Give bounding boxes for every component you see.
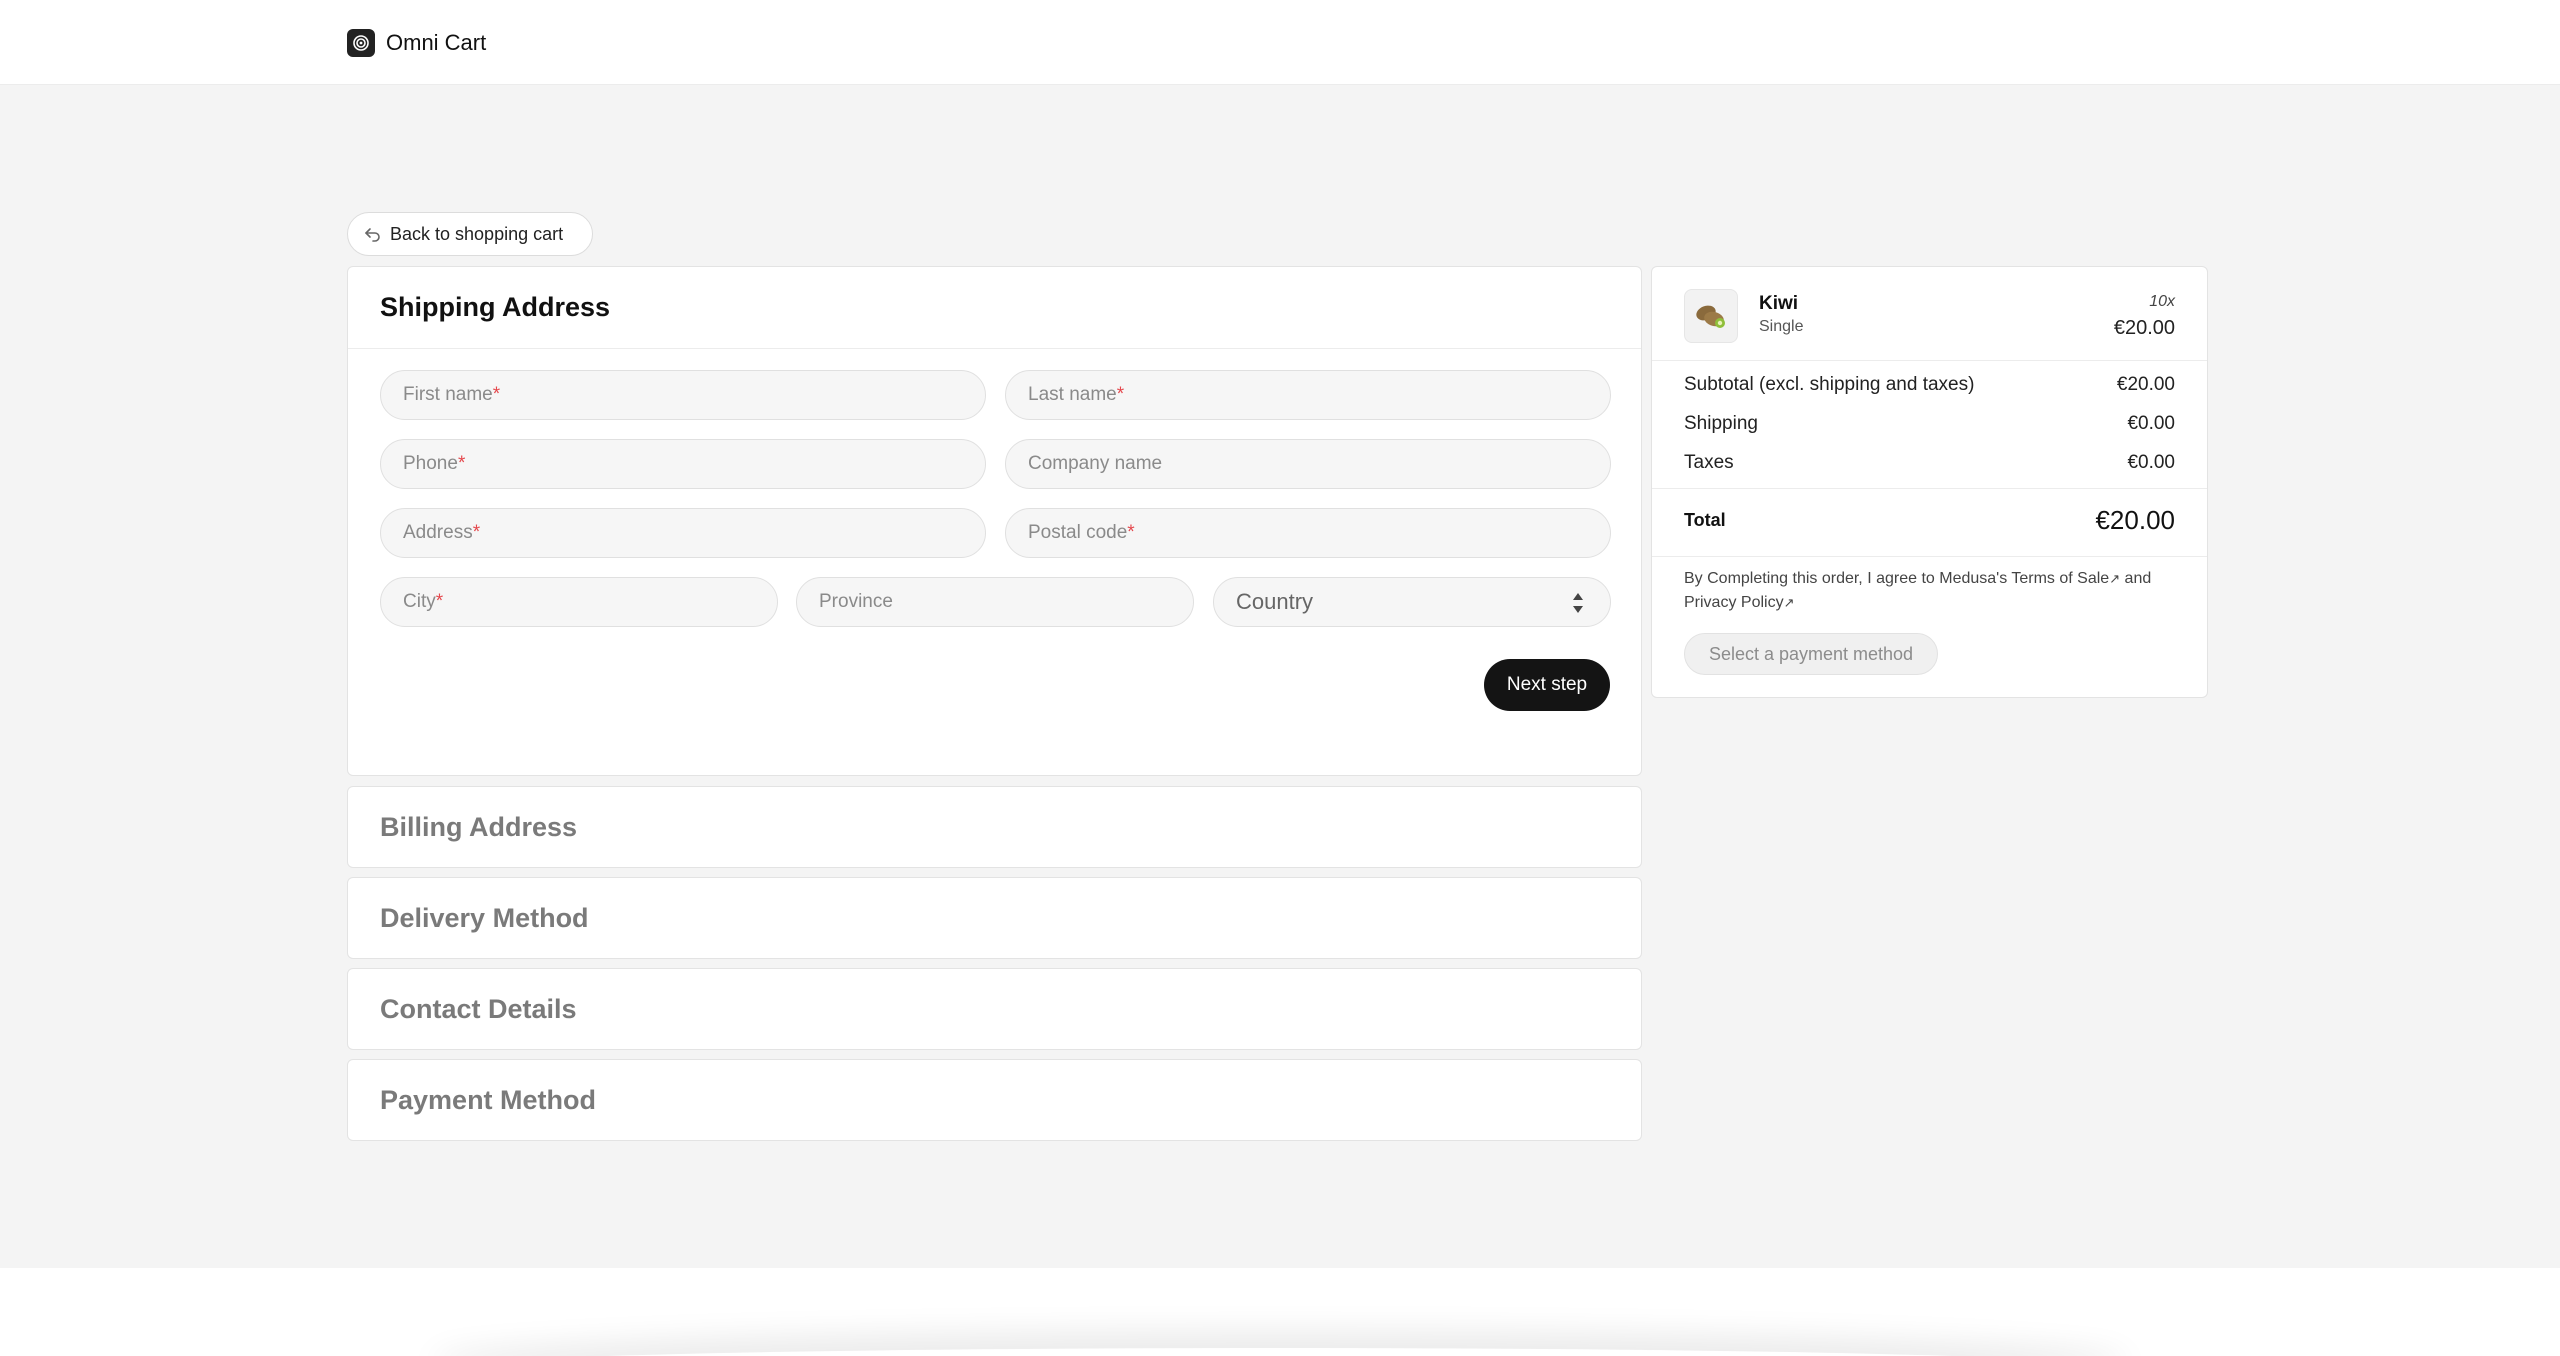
item-quantity: 10x [2149,293,2175,310]
address-field[interactable]: Address * [380,508,986,558]
phone-field[interactable]: Phone * [380,439,986,489]
item-name: Kiwi [1759,293,1799,314]
company-name-field[interactable]: Company name [1005,439,1611,489]
select-payment-method-button[interactable]: Select a payment method [1684,633,1938,675]
back-arrow-icon [365,228,380,242]
taxes-value: €0.00 [2127,452,2175,473]
terms-of-sale-link[interactable]: Terms of Sale↗ [2011,570,2120,587]
total-label: Total [1684,509,1726,530]
terms-prefix: By Completing this order, I agree to Med… [1684,570,2008,587]
terms-conjunction: and [2124,570,2152,587]
shipping-row: Shipping €0.00 [1684,411,2175,437]
item-variant: Single [1759,318,1804,335]
country-selected-value: Country [1236,589,1314,614]
contact-details-title: Contact Details [380,993,577,1024]
required-marker: * [1116,384,1125,405]
delivery-method-title: Delivery Method [380,902,589,933]
privacy-policy-link[interactable]: Privacy Policy↗ [1684,594,1794,611]
total-row: Total €20.00 [1684,503,2175,537]
back-to-cart-label: Back to shopping cart [390,223,564,244]
total-value: €20.00 [2095,504,2175,535]
shipping-value: €0.00 [2127,413,2175,434]
subtotal-row: Subtotal (excl. shipping and taxes) €20.… [1684,372,2175,398]
shipping-label: Shipping [1684,413,1758,434]
payment-method-title: Payment Method [380,1084,597,1115]
product-thumbnail[interactable] [1684,289,1738,343]
company-name-placeholder: Company name [1028,453,1163,474]
select-chevrons-icon [1572,593,1584,613]
terms-of-sale-label: Terms of Sale [2011,570,2110,587]
subtotal-label: Subtotal (excl. shipping and taxes) [1684,374,1975,395]
required-marker: * [457,453,466,474]
terms-notice: By Completing this order, I agree to Med… [1684,567,2175,615]
subtotal-value: €20.00 [2116,374,2175,395]
taxes-row: Taxes €0.00 [1684,450,2175,476]
required-marker: * [1127,522,1135,543]
summary-divider [1652,488,2207,489]
first-name-placeholder: First name [403,384,493,405]
postal-code-field[interactable]: Postal code * [1005,508,1611,558]
privacy-policy-label: Privacy Policy [1684,594,1784,611]
brand-link[interactable]: Omni Cart [347,29,486,57]
shipping-address-header: Shipping Address [348,267,1641,349]
shipping-address-title: Shipping Address [380,292,611,322]
external-link-icon: ↗ [1783,595,1795,610]
first-name-field[interactable]: First name * [380,370,986,420]
last-name-field[interactable]: Last name * [1005,370,1611,420]
province-field[interactable]: Province [796,577,1194,627]
brand-name: Omni Cart [386,30,487,55]
city-field[interactable]: City * [380,577,778,627]
item-price: €20.00 [2113,317,2175,339]
shipping-address-card: Shipping Address First name * Last name * … [347,266,1642,776]
country-select[interactable]: Country [1213,577,1611,627]
city-placeholder: City [403,591,436,612]
order-summary-card: Kiwi Single 10x €20.00 Subtotal (excl. s… [1651,266,2208,698]
delivery-method-section[interactable]: Delivery Method [347,877,1642,959]
contact-details-section[interactable]: Contact Details [347,968,1642,1050]
required-marker: * [472,522,481,543]
back-to-cart-button[interactable]: Back to shopping cart [347,212,593,256]
postal-code-placeholder: Postal code [1028,522,1128,543]
footer [0,1268,2560,1356]
billing-address-section[interactable]: Billing Address [347,786,1642,868]
billing-address-title: Billing Address [380,811,578,842]
next-step-button[interactable]: Next step [1484,659,1610,711]
last-name-placeholder: Last name [1028,384,1117,405]
payment-method-section[interactable]: Payment Method [347,1059,1642,1141]
top-navbar: Omni Cart [0,0,2560,85]
kiwi-image-icon [1696,305,1725,328]
required-marker: * [492,384,501,405]
phone-placeholder: Phone [403,453,458,474]
cart-item: Kiwi Single 10x €20.00 [1652,267,2207,361]
external-link-icon: ↗ [2109,571,2121,586]
required-marker: * [435,591,444,612]
brand-logo-icon [347,29,375,57]
footer-decoration [440,1348,2120,1356]
address-placeholder: Address [403,522,473,543]
province-placeholder: Province [819,591,893,612]
taxes-label: Taxes [1684,452,1734,473]
summary-divider [1652,556,2207,557]
